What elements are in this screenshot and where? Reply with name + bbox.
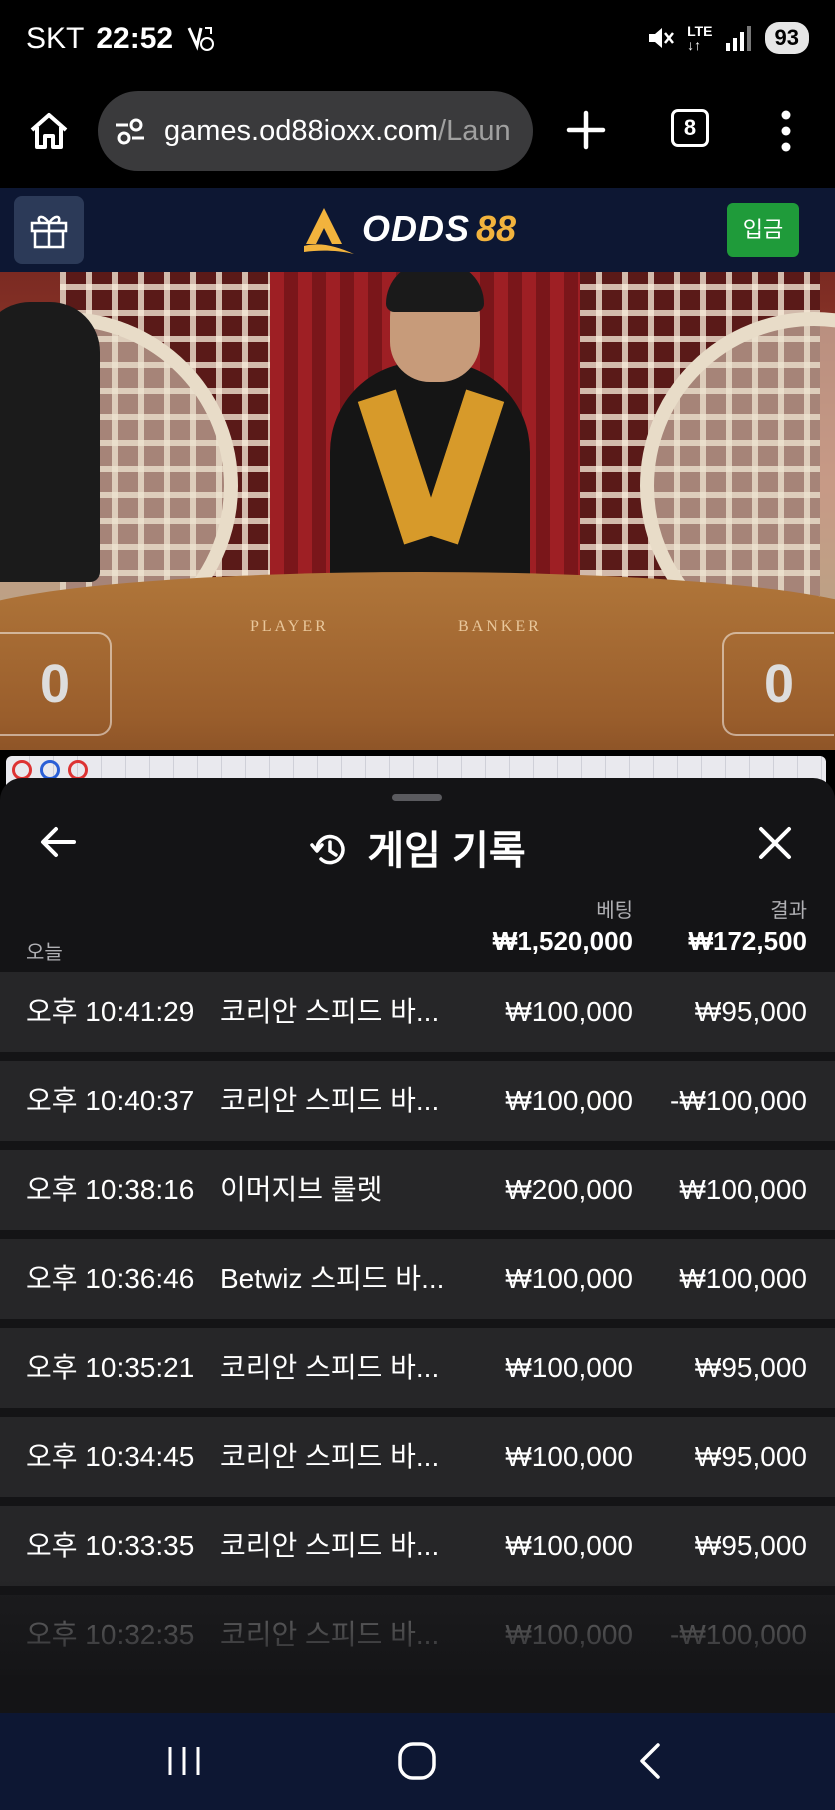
history-row[interactable]: 오후 10:36:46 Betwiz 스피드 바... ₩100,000 ₩10… (0, 1239, 835, 1319)
home-icon[interactable] (28, 110, 70, 152)
row-time: 오후 10:34:45 (26, 1441, 195, 1472)
carrier-label: SKT (26, 22, 85, 55)
status-right: LTE ↓↑ 93 (645, 22, 809, 54)
signal-icon (725, 26, 751, 51)
row-game: 코리안 스피드 바... (220, 1352, 440, 1383)
column-header-bet: 베팅 (596, 900, 633, 922)
row-time: 오후 10:40:37 (26, 1085, 195, 1116)
logo-text-88: 88 (476, 208, 517, 249)
row-bet: ₩200,000 (505, 1174, 633, 1205)
card-shuffler-person (0, 302, 100, 582)
column-header-result: 결과 (770, 900, 807, 922)
url-host: games.od88ioxx.com (164, 114, 439, 147)
sheet-drag-handle[interactable] (392, 794, 442, 801)
url-text: games.od88ioxx.com/Laun (164, 115, 511, 148)
date-group-label: 오늘 (26, 942, 63, 964)
banker-score: 0 (722, 632, 834, 736)
table-label-player: PLAYER (250, 618, 329, 635)
status-bar: SKT 22:52 LTE ↓↑ 93 (0, 0, 835, 80)
status-left: SKT 22:52 (26, 22, 215, 56)
game-history-sheet: 게임 기록 베팅 결과 오늘 ₩1,520,000 ₩172,500 오후 10… (0, 778, 835, 1713)
nav-back-icon[interactable] (630, 1739, 674, 1783)
row-result: ₩95,000 (694, 1441, 807, 1472)
wifi-calling-icon (187, 27, 215, 51)
system-nav-bar (0, 1713, 835, 1810)
home-circle-icon[interactable] (395, 1739, 439, 1783)
row-result: ₩100,000 (679, 1174, 807, 1205)
site-logo[interactable]: ODDS 88 (302, 204, 516, 254)
history-row[interactable]: 오후 10:33:35 코리안 스피드 바... ₩100,000 ₩95,00… (0, 1506, 835, 1586)
history-row[interactable]: 오후 10:41:29 코리안 스피드 바... ₩100,000 ₩95,00… (0, 972, 835, 1052)
live-video[interactable]: PLAYER BANKER 0 0 (0, 272, 835, 750)
gift-button[interactable] (14, 196, 84, 264)
mute-icon (649, 28, 675, 48)
total-bet: ₩1,520,000 (492, 926, 633, 956)
row-bet: ₩100,000 (505, 1530, 633, 1561)
row-time: 오후 10:38:16 (26, 1174, 195, 1205)
clock: 22:52 (96, 22, 174, 55)
history-row[interactable]: 오후 10:40:37 코리안 스피드 바... ₩100,000 -₩100,… (0, 1061, 835, 1141)
sheet-title: 게임 기록 (0, 818, 835, 876)
history-row[interactable]: 오후 10:38:16 이머지브 룰렛 ₩200,000 ₩100,000 (0, 1150, 835, 1230)
network-type: LTE (687, 23, 713, 39)
plus-icon[interactable] (566, 110, 606, 150)
row-result: ₩95,000 (694, 996, 807, 1027)
history-row[interactable]: 오후 10:34:45 코리안 스피드 바... ₩100,000 ₩95,00… (0, 1417, 835, 1497)
url-path: /Laun (438, 114, 511, 147)
recents-icon[interactable] (162, 1739, 206, 1783)
row-time: 오후 10:36:46 (26, 1263, 195, 1294)
row-game: 코리안 스피드 바... (220, 1619, 440, 1650)
row-time: 오후 10:33:35 (26, 1530, 195, 1561)
row-time: 오후 10:35:21 (26, 1352, 195, 1383)
battery-indicator: 93 (764, 22, 809, 54)
row-result: ₩100,000 (679, 1263, 807, 1294)
more-vert-icon[interactable] (776, 110, 796, 152)
logo-mark-icon (304, 208, 354, 254)
network-label: LTE ↓↑ (687, 23, 713, 53)
baccarat-table (0, 572, 835, 750)
tabs-icon[interactable]: 8 (671, 109, 709, 147)
total-result: ₩172,500 (688, 926, 807, 956)
row-game: Betwiz 스피드 바... (220, 1263, 445, 1294)
player-score: 0 (0, 632, 112, 736)
roadmap-bead-blue (40, 760, 60, 780)
roadmap-bead-red (68, 760, 88, 780)
sheet-title-text: 게임 기록 (367, 829, 526, 873)
tune-icon[interactable] (114, 115, 146, 147)
table-label-banker: BANKER (458, 618, 542, 635)
history-row[interactable]: 오후 10:35:21 코리안 스피드 바... ₩100,000 ₩95,00… (0, 1328, 835, 1408)
roadmap-bead-red (12, 760, 32, 780)
address-bar[interactable]: games.od88ioxx.com/Laun (98, 91, 533, 171)
row-game: 코리안 스피드 바... (220, 1085, 440, 1116)
dealer-hair (386, 272, 484, 312)
row-bet: ₩100,000 (505, 1263, 633, 1294)
gift-icon (30, 215, 68, 249)
logo-text-odds: ODDS (362, 208, 471, 249)
deposit-button[interactable]: 입금 (727, 203, 799, 257)
row-game: 이머지브 룰렛 (220, 1174, 383, 1205)
row-time: 오후 10:41:29 (26, 996, 195, 1027)
row-bet: ₩100,000 (505, 1619, 633, 1650)
site-header: ODDS 88 입금 (0, 188, 835, 272)
row-bet: ₩100,000 (505, 1441, 633, 1472)
row-result: ₩95,000 (694, 1352, 807, 1383)
close-icon[interactable] (758, 826, 792, 860)
row-result: -₩100,000 (670, 1085, 807, 1116)
history-row[interactable]: 오후 10:32:35 코리안 스피드 바... ₩100,000 -₩100,… (0, 1595, 835, 1675)
row-bet: ₩100,000 (505, 996, 633, 1027)
row-result: -₩100,000 (670, 1619, 807, 1650)
row-game: 코리안 스피드 바... (220, 1441, 440, 1472)
row-bet: ₩100,000 (505, 1352, 633, 1383)
row-game: 코리안 스피드 바... (220, 1530, 440, 1561)
browser-toolbar: games.od88ioxx.com/Laun 8 (0, 80, 835, 188)
history-icon (310, 834, 346, 865)
row-game: 코리안 스피드 바... (220, 996, 440, 1027)
row-result: ₩95,000 (694, 1530, 807, 1561)
row-time: 오후 10:32:35 (26, 1619, 195, 1650)
row-bet: ₩100,000 (505, 1085, 633, 1116)
